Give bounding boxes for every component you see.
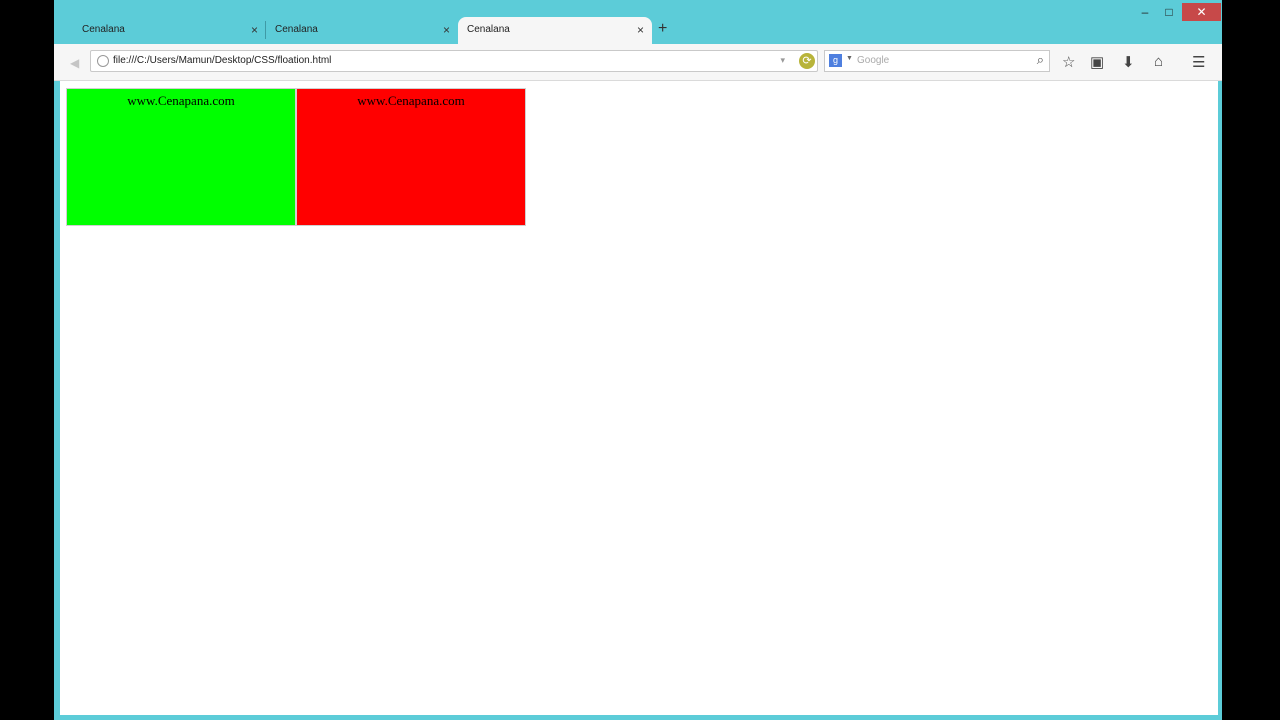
tab-strip: Cenalana × Cenalana × Cenalana × + – □ ✕ [54,0,1222,44]
search-magnifier-icon[interactable]: ⌕ [1037,52,1044,68]
search-bar[interactable]: g ▼ Google ⌕ [824,50,1050,72]
reload-icon[interactable]: ⟳ [799,53,815,69]
page-content: www.Cenapana.com www.Cenapana.com [60,81,1218,715]
address-url[interactable]: file:///C:/Users/Mamun/Desktop/CSS/float… [113,55,331,66]
navigation-toolbar: ◀ file:///C:/Users/Mamun/Desktop/CSS/flo… [54,44,1222,81]
globe-icon [97,55,109,67]
green-float-box: www.Cenapana.com [66,88,296,226]
tab-2[interactable]: Cenalana × [266,17,458,44]
tab-close-icon[interactable]: × [637,23,644,37]
home-icon[interactable]: ⌂ [1154,53,1163,70]
history-dropdown-icon[interactable]: ▾ [780,55,785,66]
tab-close-icon[interactable]: × [251,23,258,37]
box-text: www.Cenapana.com [127,93,235,108]
downloads-icon[interactable]: ⬇ [1122,53,1135,71]
search-engine-icon[interactable]: g [829,54,842,67]
browser-window: Cenalana × Cenalana × Cenalana × + – □ ✕… [54,0,1222,720]
new-tab-button[interactable]: + [658,20,667,38]
menu-icon[interactable]: ☰ [1192,53,1205,71]
tab-label: Cenalana [82,24,125,35]
box-text: www.Cenapana.com [357,93,465,108]
back-arrow-icon[interactable]: ◀ [70,56,79,70]
tab-close-icon[interactable]: × [443,23,450,37]
minimize-button[interactable]: – [1134,3,1156,21]
bookmark-star-icon[interactable]: ☆ [1062,53,1075,71]
engine-dropdown-icon[interactable]: ▼ [846,55,853,62]
red-float-box: www.Cenapana.com [296,88,526,226]
search-input[interactable]: Google [857,55,889,66]
close-window-button[interactable]: ✕ [1182,3,1221,21]
tab-1[interactable]: Cenalana × [54,17,266,44]
bookmarks-menu-icon[interactable]: ▣ [1090,53,1104,71]
address-bar[interactable]: file:///C:/Users/Mamun/Desktop/CSS/float… [90,50,818,72]
tab-label: Cenalana [467,24,510,35]
tab-label: Cenalana [275,24,318,35]
tab-3-active[interactable]: Cenalana × [458,17,652,44]
maximize-button[interactable]: □ [1158,3,1180,21]
